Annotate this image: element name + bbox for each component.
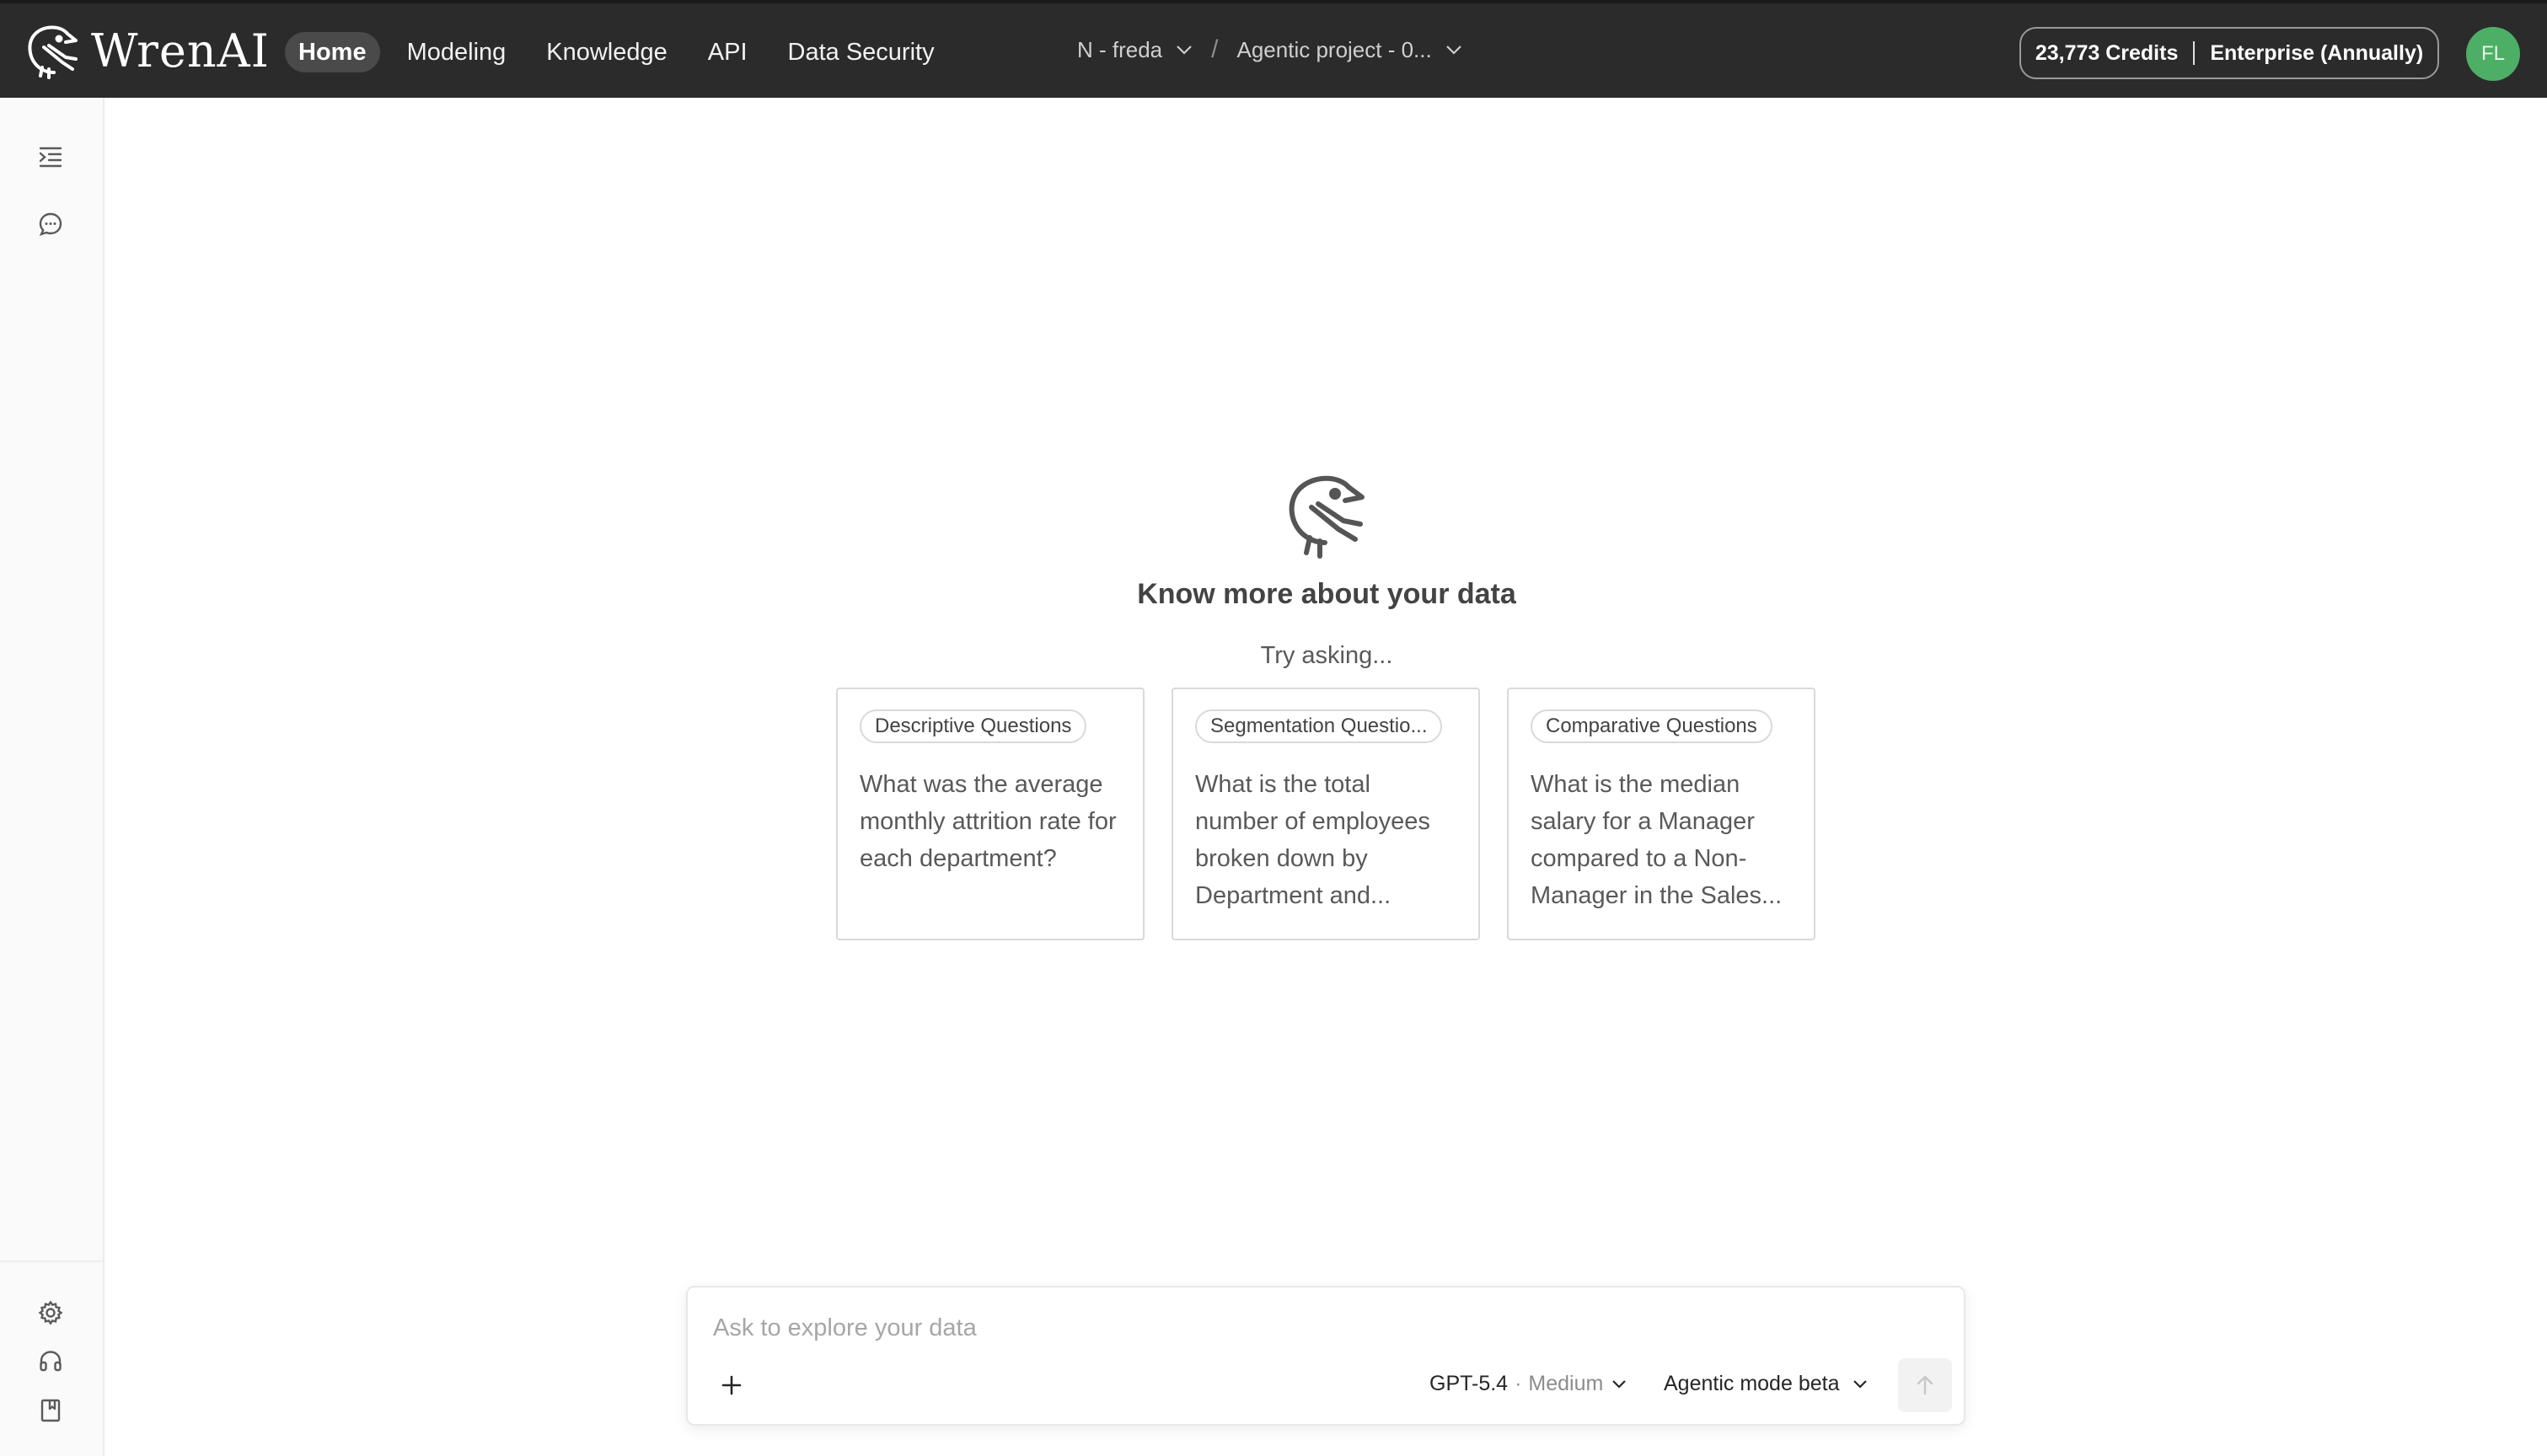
suggestion-card-segmentation[interactable]: Segmentation Questio... What is the tota… <box>1172 688 1480 940</box>
chevron-down-icon <box>1445 46 1461 55</box>
top-nav-bar: WrenAI Home Modeling Knowledge API Data … <box>0 0 2547 98</box>
settings-button[interactable] <box>32 1294 69 1331</box>
reasoning-level: Medium <box>1528 1372 1604 1395</box>
model-name: GPT-5.4 <box>1429 1372 1509 1395</box>
credits-plan-badge[interactable]: 23,773 Credits Enterprise (Annually) <box>2019 27 2439 79</box>
suggestion-tag: Descriptive Questions <box>860 709 1087 743</box>
model-selector[interactable]: GPT-5.4 · Medium <box>1429 1372 1627 1396</box>
chevron-down-icon <box>1853 1380 1868 1389</box>
brand-name: WrenAI <box>91 24 270 78</box>
chat-history-button[interactable] <box>32 206 69 243</box>
add-attachment-button[interactable] <box>713 1367 750 1404</box>
mode-label: Agentic mode beta <box>1664 1372 1840 1395</box>
sidebar-divider <box>0 1261 103 1262</box>
workspace-selector[interactable]: N - freda <box>1077 37 1193 63</box>
nav-data-security[interactable]: Data Security <box>775 32 948 72</box>
suggestion-cards: Descriptive Questions What was the avera… <box>836 688 1815 940</box>
sidebar-toggle-button[interactable] <box>32 138 69 175</box>
left-sidebar <box>0 98 105 1456</box>
project-selector[interactable]: Agentic project - 0... <box>1237 37 1462 63</box>
breadcrumb-separator: / <box>1211 35 1219 63</box>
wren-bird-icon <box>1289 475 1365 559</box>
chevron-down-icon <box>1612 1380 1627 1389</box>
model-separator: · <box>1515 1372 1522 1395</box>
wren-logo-icon <box>28 25 78 79</box>
empty-state-title: Know more about your data <box>1137 578 1516 610</box>
mode-selector[interactable]: Agentic mode beta <box>1664 1372 1868 1396</box>
workspace-label: N - freda <box>1077 36 1163 62</box>
suggestion-text: What is the median salary for a Manager … <box>1531 771 1783 909</box>
plan-divider <box>2193 41 2196 65</box>
nav-modeling[interactable]: Modeling <box>394 32 520 72</box>
breadcrumb: N - freda / Agentic project - 0... <box>1077 35 1462 64</box>
prompt-composer: GPT-5.4 · Medium Agentic mode beta <box>686 1286 1965 1426</box>
suggestion-text: What was the average monthly attrition r… <box>860 771 1117 872</box>
send-button[interactable] <box>1898 1358 1952 1412</box>
credits-count: 23,773 Credits <box>2035 40 2179 65</box>
nav-knowledge[interactable]: Knowledge <box>533 32 681 72</box>
suggestion-card-comparative[interactable]: Comparative Questions What is the median… <box>1507 688 1815 940</box>
headset-icon <box>40 1351 62 1372</box>
gear-icon <box>38 1300 63 1325</box>
support-button[interactable] <box>32 1343 69 1380</box>
plus-icon <box>721 1375 742 1395</box>
app-window: WrenAI Home Modeling Knowledge API Data … <box>0 0 2547 1456</box>
suggestion-tag: Comparative Questions <box>1531 709 1772 743</box>
arrow-up-icon <box>1917 1375 1933 1395</box>
nav-api[interactable]: API <box>694 32 761 72</box>
list-indent-icon <box>39 147 62 168</box>
main-nav: Home Modeling Knowledge API Data Securit… <box>285 32 962 72</box>
avatar[interactable]: FL <box>2466 27 2520 81</box>
chat-bubble-icon <box>39 212 62 237</box>
project-label: Agentic project - 0... <box>1236 36 1432 62</box>
book-icon <box>40 1399 61 1422</box>
plan-name: Enterprise (Annually) <box>2210 40 2424 65</box>
suggestion-card-descriptive[interactable]: Descriptive Questions What was the avera… <box>836 688 1145 940</box>
prompt-input[interactable] <box>713 1309 1809 1346</box>
nav-home[interactable]: Home <box>285 32 380 72</box>
suggestion-tag: Segmentation Questio... <box>1195 709 1443 743</box>
brand[interactable]: WrenAI <box>24 22 270 81</box>
suggestion-text: What is the total number of employees br… <box>1195 771 1430 909</box>
empty-state-subtitle: Try asking... <box>1260 642 1393 669</box>
docs-button[interactable] <box>32 1392 69 1429</box>
chevron-down-icon <box>1177 46 1192 55</box>
